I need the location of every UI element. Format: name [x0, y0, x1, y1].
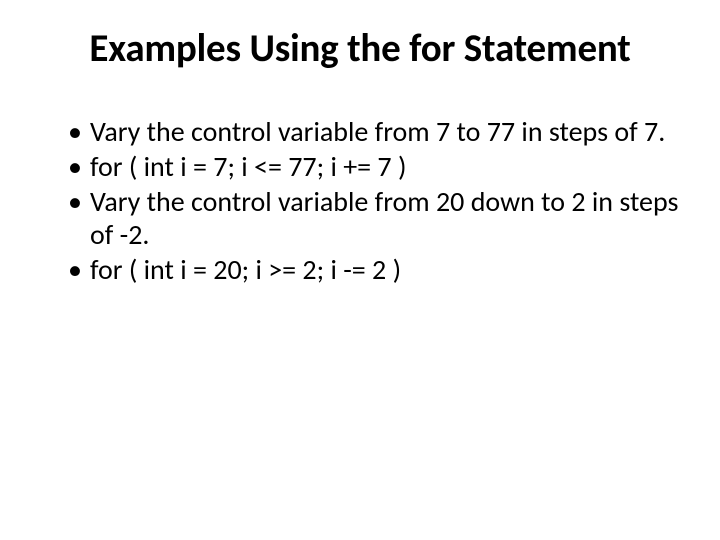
list-item: for ( int i = 7; i <= 77; i += 7 ) — [68, 150, 688, 183]
slide: Examples Using the for Statement Vary th… — [0, 0, 720, 540]
list-item: Vary the control variable from 7 to 77 i… — [68, 115, 688, 148]
list-item: for ( int i = 20; i >= 2; i -= 2 ) — [68, 253, 688, 286]
slide-title: Examples Using the for Statement — [32, 28, 688, 71]
list-item: Vary the control variable from 20 down t… — [68, 185, 688, 251]
bullet-list: Vary the control variable from 7 to 77 i… — [32, 115, 688, 286]
